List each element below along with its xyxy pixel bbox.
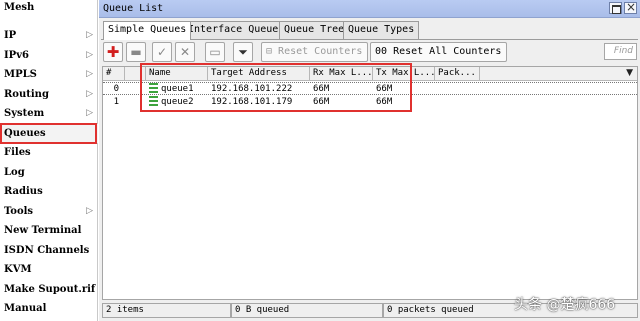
menu-item-queues[interactable]: Queues [0,124,98,143]
table-row[interactable]: 1 queue2 192.168.101.179 66M 66M [103,96,637,109]
menu-item-label: Manual [4,303,47,314]
menu-item-log[interactable]: Log [0,163,98,182]
submenu-arrow-icon: ▷ [86,206,93,216]
menu-item-label: Mesh [4,2,35,13]
tab-simple-queues[interactable]: Simple Queues [103,21,192,40]
filter-button[interactable]: ⏷ [233,42,253,62]
column-menu-arrow-icon[interactable]: ▼ [626,68,633,78]
watermark: 头条 @楚疯666 [514,297,616,313]
row-target-address: 192.168.101.179 [211,97,293,107]
submenu-arrow-icon: ▷ [86,30,93,40]
add-button[interactable]: ✚ [103,42,123,62]
menu-item-label: Make Supout.rif [4,284,96,295]
row-target-address: 192.168.101.222 [211,84,293,94]
find-input[interactable]: Find [604,43,637,60]
menu-item-label: IP [4,30,17,41]
reset-counters-label: Reset Counters [278,46,363,57]
menu-item-kvm[interactable]: KVM [0,260,98,279]
menu-item-isdn-channels[interactable]: ISDN Channels [0,241,98,260]
column-header-name[interactable]: Name [146,67,208,81]
maximize-icon[interactable] [609,2,622,14]
minus-icon: ▬ [130,45,142,59]
menu-item-label: Radius [4,186,43,197]
menu-item-files[interactable]: Files [0,143,98,162]
menu-item-radius[interactable]: Radius [0,182,98,201]
sidebar-menu: Mesh IP ▷ IPv6 ▷ MPLS ▷ Routing ▷ System ▷ Qu… [0,0,98,321]
queue-icon [149,83,158,93]
remove-button[interactable]: ▬ [126,42,146,62]
row-rx-max-limit: 66M [313,84,330,94]
column-header-tx-max-limit[interactable]: Tx Max L... [373,67,435,81]
column-header-packets[interactable]: Pack... [435,67,480,81]
table-row[interactable]: 0 queue1 192.168.101.222 66M 66M [103,82,637,95]
row-rx-max-limit: 66M [313,97,330,107]
menu-item-system[interactable]: System ▷ [0,104,98,123]
menu-item-label: Tools [4,206,34,217]
menu-item-label: Log [4,167,25,178]
reset-all-counters-label: Reset All Counters [393,46,502,57]
reset-counters-button[interactable]: ⊟ Reset Counters [261,42,369,62]
status-item-count: 2 items [102,303,231,318]
menu-item-label: Files [4,147,31,158]
check-icon: ✓ [156,45,168,59]
submenu-arrow-icon: ▷ [86,69,93,79]
submenu-arrow-icon: ▷ [86,50,93,60]
column-header-blank[interactable] [125,67,146,81]
disable-button[interactable]: ✕ [175,42,195,62]
filter-icon: ⏷ [238,45,248,59]
menu-item-label: Queues [4,128,46,139]
menu-item-ipv6[interactable]: IPv6 ▷ [0,46,98,65]
menu-item-ip[interactable]: IP ▷ [0,26,98,45]
queue-icon [149,96,158,106]
row-tx-max-limit: 66M [376,84,393,94]
status-queued-bytes: 0 B queued [231,303,383,318]
menu-item-mpls[interactable]: MPLS ▷ [0,65,98,84]
menu-item-make-supout[interactable]: Make Supout.rif [0,280,98,299]
menu-item-label: ISDN Channels [4,245,90,256]
submenu-arrow-icon: ▷ [86,89,93,99]
enable-button[interactable]: ✓ [152,42,172,62]
plus-icon: ✚ [106,43,120,61]
row-index: 0 [113,84,119,94]
submenu-arrow-icon: ▷ [86,108,93,118]
close-icon[interactable] [624,0,637,14]
queue-table: # Name Target Address Rx Max L... Tx Max… [102,66,638,300]
table-header: # Name Target Address Rx Max L... Tx Max… [103,67,637,81]
menu-item-mesh[interactable]: Mesh [0,0,98,17]
reset-all-counters-button[interactable]: 00 Reset All Counters [370,42,508,62]
tab-interface-queues[interactable]: Interface Queues [183,21,290,39]
menu-item-label: New Terminal [4,225,82,236]
tab-queue-types[interactable]: Queue Types [343,21,420,39]
comment-button[interactable]: ▭ [205,42,225,62]
menu-item-label: IPv6 [4,50,29,61]
window-titlebar[interactable]: Queue List [99,0,640,18]
row-tx-max-limit: 66M [376,97,393,107]
row-index: 1 [113,97,119,107]
reset-all-icon: 00 [375,46,394,57]
column-header-rx-max-limit[interactable]: Rx Max L... [310,67,373,81]
menu-item-label: KVM [4,264,32,275]
note-icon: ▭ [209,45,221,59]
x-icon: ✕ [179,45,191,59]
menu-item-new-terminal[interactable]: New Terminal [0,221,98,240]
menu-item-routing[interactable]: Routing ▷ [0,85,98,104]
reset-icon: ⊟ [266,46,279,57]
row-name: queue1 [146,83,194,95]
menu-item-label: Routing [4,89,49,100]
menu-item-manual[interactable]: Manual [0,299,98,318]
menu-item-tools[interactable]: Tools ▷ [0,202,98,221]
column-header-index[interactable]: # [103,67,125,81]
window-title: Queue List [103,3,164,14]
tab-queue-tree[interactable]: Queue Tree [279,21,350,39]
row-name: queue2 [146,96,194,108]
menu-item-label: System [4,108,45,119]
column-header-target-address[interactable]: Target Address [208,67,310,81]
menu-item-label: MPLS [4,69,37,80]
